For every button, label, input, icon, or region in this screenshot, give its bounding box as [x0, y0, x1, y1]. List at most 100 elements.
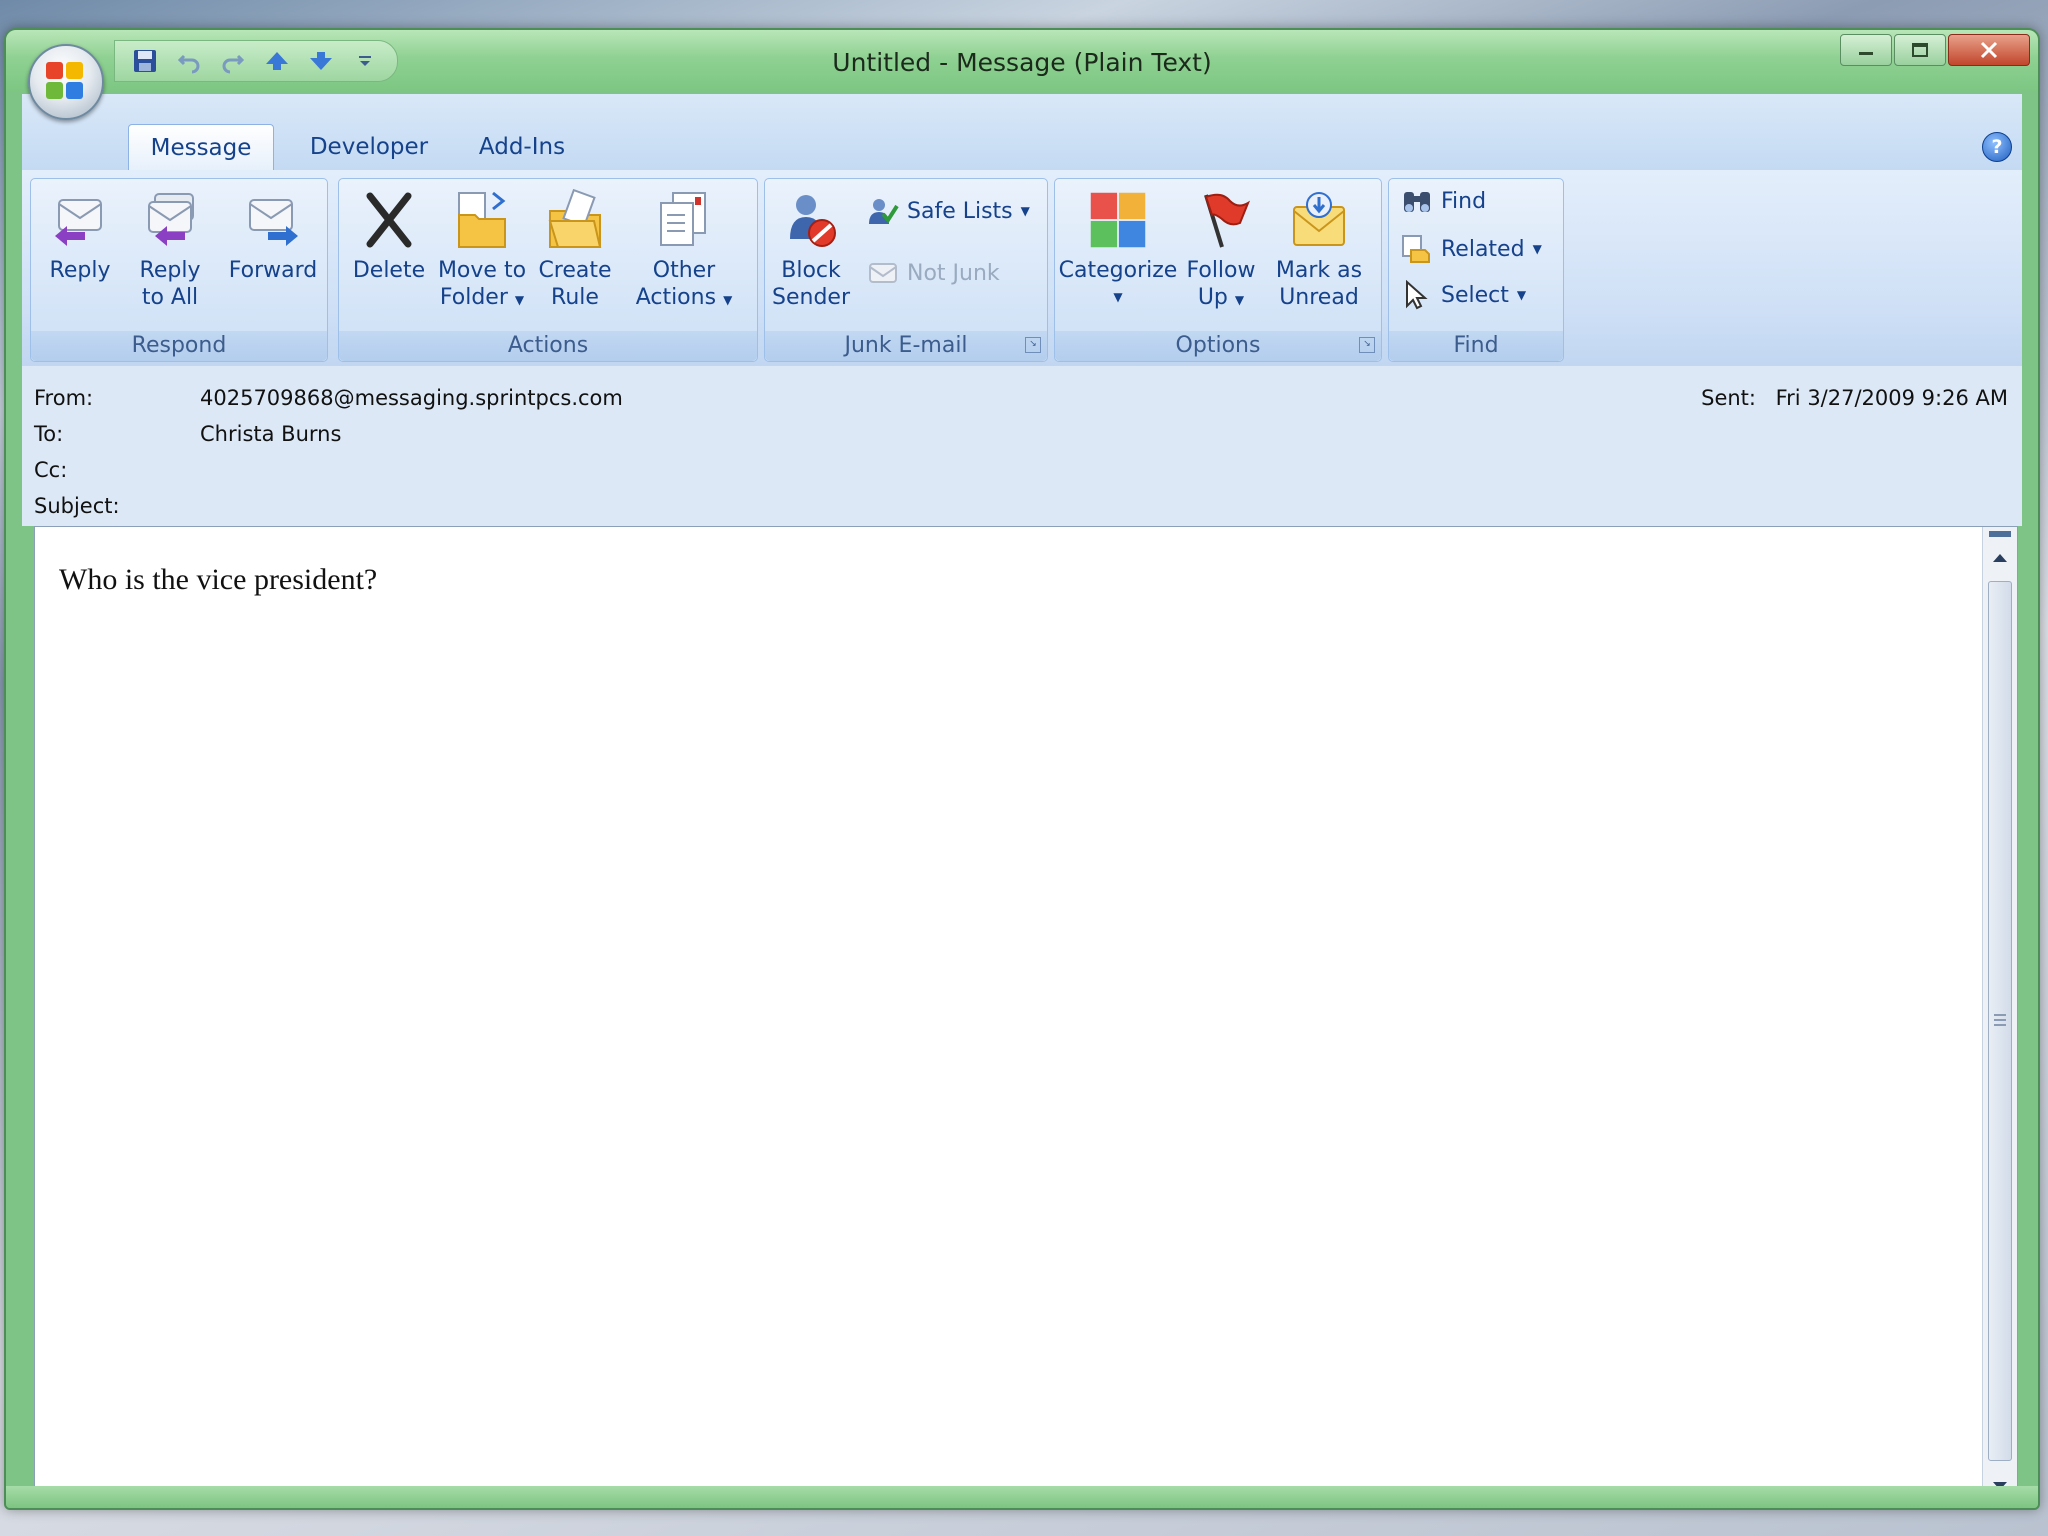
tab-developer[interactable]: Developer [294, 124, 444, 170]
respond-group-label: Respond [31, 331, 327, 361]
from-label: From: [34, 386, 94, 410]
ribbon-tab-bar: Message Developer Add-Ins ? [22, 94, 2022, 171]
status-bar [6, 1486, 2038, 1508]
related-icon [1402, 235, 1430, 263]
scroll-up-arrow-icon[interactable] [1983, 545, 2017, 571]
junk-email-group: Block Sender Safe Lists ▼ Not Junk Junk … [764, 178, 1048, 362]
block-label-line2: Sender [772, 285, 850, 310]
other-actions-button[interactable]: Other Actions ▼ [629, 187, 739, 319]
actions-group: Delete Move to Folder ▼ Create Rule Othe… [338, 178, 758, 362]
block-label-line1: Block [781, 258, 841, 283]
sent-label: Sent: [1701, 386, 1756, 410]
options-group: Categorize ▼ Follow Up ▼ Mark as Unread … [1054, 178, 1382, 362]
create-rule-button[interactable]: Create Rule [533, 187, 617, 319]
close-button[interactable] [1948, 34, 2030, 66]
title-bar[interactable]: Untitled - Message (Plain Text) [6, 30, 2038, 92]
reply-all-label-line2: to All [141, 285, 199, 310]
message-body[interactable]: Who is the vice president? [34, 526, 2018, 1506]
create-rule-label-line1: Create [538, 258, 612, 283]
safe-lists-label: Safe Lists [907, 198, 1013, 224]
related-button[interactable]: Related ▼ [1401, 231, 1542, 267]
junk-options-launcher-icon[interactable]: ↘ [1025, 337, 1041, 353]
message-body-text: Who is the vice president? [59, 563, 378, 596]
categorize-label: Categorize ▼ [1059, 257, 1178, 311]
pointer-icon [1406, 280, 1428, 310]
from-value[interactable]: 4025709868@messaging.sprintpcs.com [200, 386, 623, 410]
mark-label-line2: Unread [1279, 285, 1359, 310]
save-icon[interactable] [127, 45, 163, 77]
cc-label: Cc: [34, 458, 68, 482]
office-button[interactable] [28, 44, 104, 120]
respond-group: Reply Reply to All Forward Respond [30, 178, 328, 362]
minimize-button[interactable] [1840, 34, 1892, 66]
ribbon: Reply Reply to All Forward Respond Delet… [22, 170, 2022, 367]
tab-message[interactable]: Message [128, 124, 274, 171]
scrollbar-thumb[interactable] [1988, 581, 2012, 1461]
block-sender-button[interactable]: Block Sender [769, 187, 853, 319]
mark-unread-icon [1288, 187, 1350, 253]
find-button[interactable]: Find [1401, 183, 1486, 219]
quick-access-toolbar [114, 40, 398, 82]
scroll-grip [1994, 1019, 2006, 1021]
actions-group-label: Actions [339, 331, 757, 361]
split-handle[interactable] [1989, 531, 2011, 537]
block-sender-label: Block Sender [772, 257, 850, 311]
find-group: Find Related ▼ Select ▼ Find [1388, 178, 1564, 362]
forward-button[interactable]: Forward [223, 187, 323, 319]
message-header: From: 4025709868@messaging.sprintpcs.com… [22, 366, 2022, 526]
scroll-grip [1994, 1014, 2006, 1016]
to-value[interactable]: Christa Burns [200, 422, 341, 446]
dropdown-arrow-icon: ▼ [1532, 242, 1542, 256]
dropdown-arrow-icon: ▼ [514, 293, 525, 307]
office-logo-icon [46, 62, 86, 102]
move-to-folder-button[interactable]: Move to Folder ▼ [435, 187, 529, 319]
junk-email-group-label: Junk E-mail [765, 331, 1047, 361]
vertical-scrollbar[interactable] [1982, 527, 2017, 1505]
not-junk-label: Not Junk [907, 260, 1000, 286]
undo-icon[interactable] [171, 45, 207, 77]
categorize-label-text: Categorize [1058, 258, 1178, 283]
dropdown-arrow-icon: ▼ [1234, 293, 1245, 307]
not-junk-button[interactable]: Not Junk [867, 255, 1000, 291]
follow-up-flag-icon [1190, 187, 1252, 253]
customize-toolbar-icon[interactable] [347, 45, 383, 77]
next-item-icon[interactable] [303, 45, 339, 77]
maximize-button[interactable] [1894, 34, 1946, 66]
help-icon[interactable]: ? [1982, 132, 2012, 162]
related-label: Related [1441, 236, 1525, 262]
scroll-grip [1994, 1024, 2006, 1026]
delete-button[interactable]: Delete [347, 187, 431, 319]
mark-label-line1: Mark as [1275, 258, 1363, 283]
redo-icon[interactable] [215, 45, 251, 77]
select-button[interactable]: Select ▼ [1401, 277, 1526, 313]
reply-all-label: Reply to All [140, 257, 201, 311]
message-window: Untitled - Message (Plain Text) Message … [4, 28, 2040, 1510]
mark-as-unread-button[interactable]: Mark as Unread [1271, 187, 1367, 319]
find-label: Find [1441, 188, 1487, 214]
dropdown-arrow-icon: ▼ [723, 293, 733, 307]
dropdown-arrow-icon: ▼ [1516, 288, 1527, 302]
previous-item-icon[interactable] [259, 45, 295, 77]
block-sender-icon [780, 187, 842, 253]
not-junk-icon [869, 263, 897, 283]
reply-all-label-line1: Reply [139, 258, 201, 283]
find-group-label: Find [1389, 331, 1563, 361]
safe-lists-button[interactable]: Safe Lists ▼ [867, 193, 1030, 229]
reply-button[interactable]: Reply [35, 187, 125, 319]
tab-add-ins[interactable]: Add-Ins [462, 124, 582, 170]
reply-icon [49, 187, 111, 253]
forward-icon [242, 187, 304, 253]
reply-all-icon [139, 187, 201, 253]
options-launcher-icon[interactable]: ↘ [1359, 337, 1375, 353]
sent-value: Fri 3/27/2009 9:26 AM [1775, 386, 2008, 410]
window-controls [1840, 34, 2030, 66]
move-label-line2: Folder [439, 285, 508, 310]
reply-all-button[interactable]: Reply to All [125, 187, 215, 319]
categorize-icon [1087, 187, 1149, 253]
mark-as-unread-label: Mark as Unread [1276, 257, 1362, 311]
move-to-folder-icon [451, 187, 513, 253]
follow-up-button[interactable]: Follow Up ▼ [1179, 187, 1263, 319]
to-label: To: [34, 422, 64, 446]
reply-label: Reply [49, 258, 111, 283]
categorize-button[interactable]: Categorize ▼ [1059, 187, 1178, 319]
